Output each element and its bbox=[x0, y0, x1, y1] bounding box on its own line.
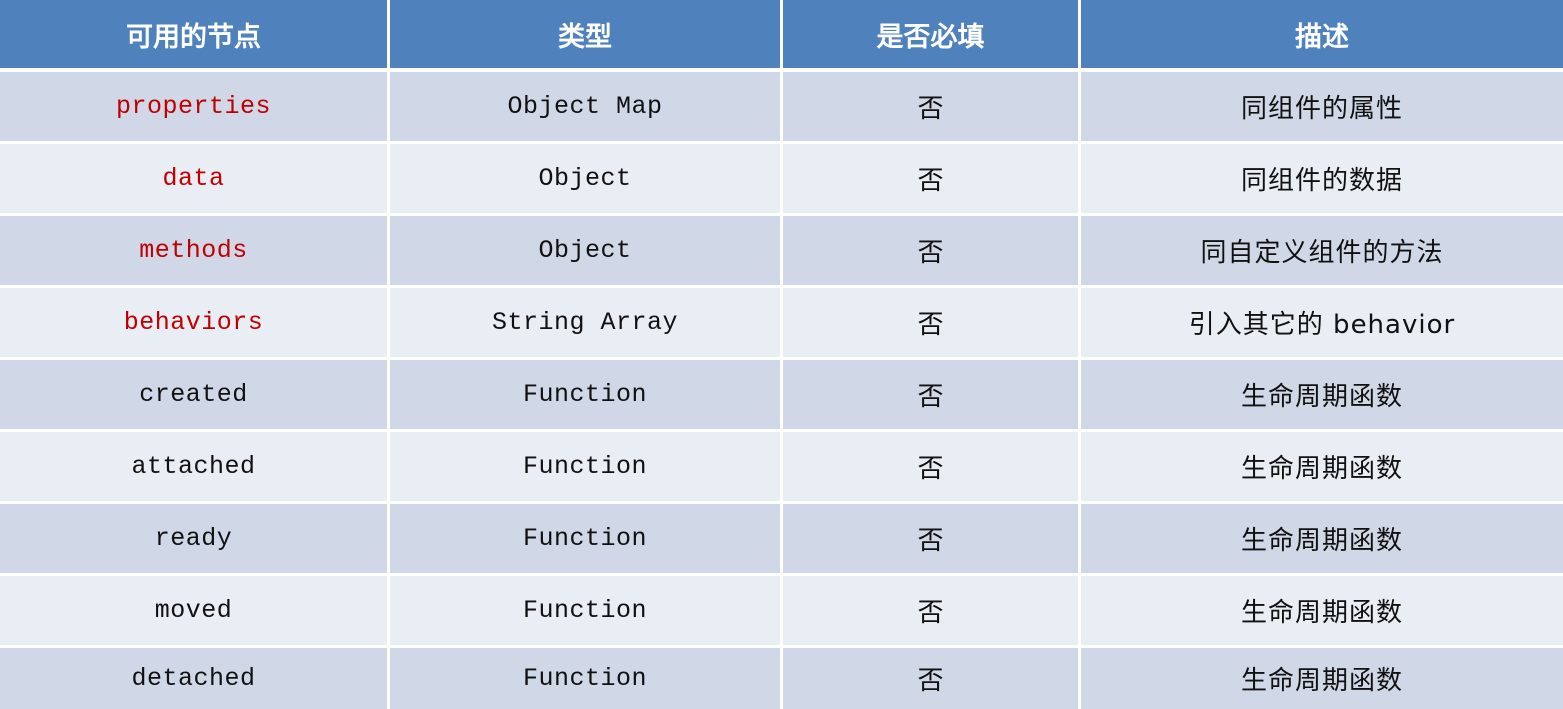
type-cell: Function bbox=[390, 504, 783, 576]
table-row: methods Object 否 同自定义组件的方法 bbox=[0, 216, 1563, 288]
required-cell: 否 bbox=[783, 504, 1081, 576]
node-cell: moved bbox=[0, 576, 390, 648]
required-cell: 否 bbox=[783, 432, 1081, 504]
description-cell: 生命周期函数 bbox=[1081, 360, 1563, 432]
type-cell: String Array bbox=[390, 288, 783, 360]
table-row: ready Function 否 生命周期函数 bbox=[0, 504, 1563, 576]
required-cell: 否 bbox=[783, 72, 1081, 144]
table-row: created Function 否 生命周期函数 bbox=[0, 360, 1563, 432]
description-cell: 生命周期函数 bbox=[1081, 504, 1563, 576]
required-cell: 否 bbox=[783, 288, 1081, 360]
table-row: behaviors String Array 否 引入其它的 behavior bbox=[0, 288, 1563, 360]
table-row: detached Function 否 生命周期函数 bbox=[0, 648, 1563, 709]
required-cell: 否 bbox=[783, 216, 1081, 288]
description-cell: 生命周期函数 bbox=[1081, 648, 1563, 709]
type-cell: Object Map bbox=[390, 72, 783, 144]
available-nodes-table: 可用的节点 类型 是否必填 描述 properties Object Map 否… bbox=[0, 0, 1563, 709]
description-cell: 生命周期函数 bbox=[1081, 576, 1563, 648]
node-cell: methods bbox=[0, 216, 390, 288]
table-row: properties Object Map 否 同组件的属性 bbox=[0, 72, 1563, 144]
node-cell: data bbox=[0, 144, 390, 216]
required-cell: 否 bbox=[783, 144, 1081, 216]
header-row: 可用的节点 类型 是否必填 描述 bbox=[0, 0, 1563, 72]
node-cell: ready bbox=[0, 504, 390, 576]
table-row: data Object 否 同组件的数据 bbox=[0, 144, 1563, 216]
table-row: attached Function 否 生命周期函数 bbox=[0, 432, 1563, 504]
node-cell: properties bbox=[0, 72, 390, 144]
node-cell: attached bbox=[0, 432, 390, 504]
type-cell: Function bbox=[390, 648, 783, 709]
required-cell: 否 bbox=[783, 360, 1081, 432]
description-cell: 同组件的数据 bbox=[1081, 144, 1563, 216]
header-node: 可用的节点 bbox=[0, 0, 390, 72]
description-cell: 同组件的属性 bbox=[1081, 72, 1563, 144]
table-header: 可用的节点 类型 是否必填 描述 bbox=[0, 0, 1563, 72]
type-cell: Object bbox=[390, 216, 783, 288]
table-row: moved Function 否 生命周期函数 bbox=[0, 576, 1563, 648]
header-type: 类型 bbox=[390, 0, 783, 72]
type-cell: Function bbox=[390, 576, 783, 648]
node-cell: created bbox=[0, 360, 390, 432]
node-cell: behaviors bbox=[0, 288, 390, 360]
description-cell: 引入其它的 behavior bbox=[1081, 288, 1563, 360]
type-cell: Object bbox=[390, 144, 783, 216]
table-body: properties Object Map 否 同组件的属性 data Obje… bbox=[0, 72, 1563, 709]
required-cell: 否 bbox=[783, 576, 1081, 648]
description-cell: 同自定义组件的方法 bbox=[1081, 216, 1563, 288]
header-required: 是否必填 bbox=[783, 0, 1081, 72]
header-description: 描述 bbox=[1081, 0, 1563, 72]
type-cell: Function bbox=[390, 432, 783, 504]
description-cell: 生命周期函数 bbox=[1081, 432, 1563, 504]
required-cell: 否 bbox=[783, 648, 1081, 709]
type-cell: Function bbox=[390, 360, 783, 432]
node-cell: detached bbox=[0, 648, 390, 709]
